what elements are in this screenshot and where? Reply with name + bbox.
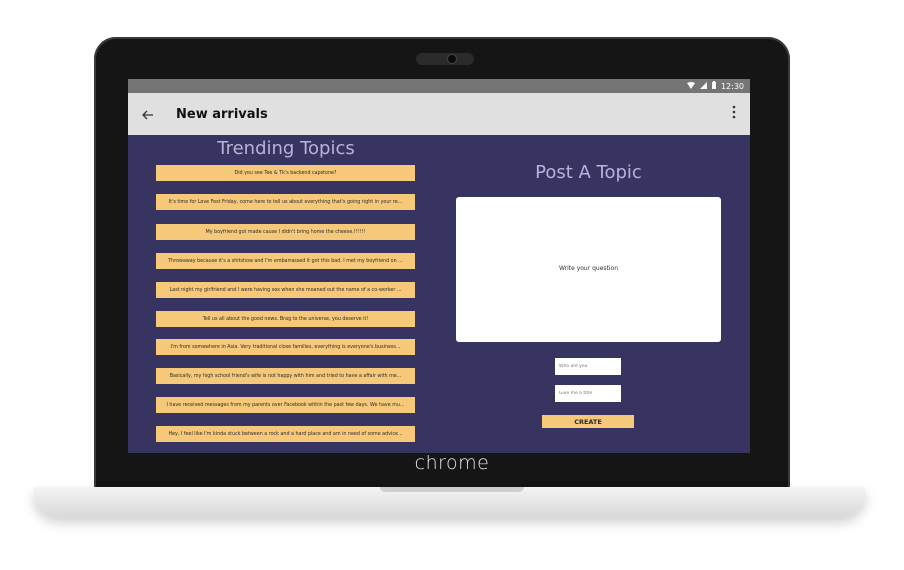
app-bar: New arrivals [128,93,750,135]
back-arrow-icon[interactable] [142,105,158,124]
post-topic-heading: Post A Topic [535,162,642,183]
app-screen: 12:30 New arrivals Trending Topics Did y… [128,79,750,453]
more-vert-icon[interactable] [732,105,736,123]
topic-item[interactable]: Last night my girlfriend and I were havi… [156,282,415,298]
status-bar: 12:30 [128,79,750,93]
topic-item[interactable]: Throwaway because it's a shitshow and I'… [156,253,415,269]
status-icons: 12:30 [686,81,744,91]
laptop-brand-label: chrome [414,452,490,474]
topic-item[interactable]: Tell us all about the good news. Brag to… [156,311,415,327]
app-title: New arrivals [176,106,268,122]
topic-item[interactable]: Hey, I feel like I'm kinda stuck between… [156,426,415,442]
wifi-icon [686,81,695,91]
topic-item[interactable]: My boyfriend got made cause I didn't bri… [156,224,415,240]
topic-item[interactable]: I have received messages from my parents… [156,397,415,413]
topic-item[interactable]: It's time for Love Fest Friday, come her… [156,194,415,210]
battery-icon [711,81,716,91]
topic-item[interactable]: Did you see Tee & Tk's backend capstone? [156,165,415,181]
trending-topics-heading: Trending Topics [217,138,355,159]
question-textarea[interactable] [456,197,721,342]
signal-icon [699,81,707,91]
status-time: 12:30 [720,81,744,91]
laptop-hinge [380,487,524,492]
topic-item[interactable]: I'm from somewhere in Asia. Very traditi… [156,339,415,355]
title-input[interactable] [555,385,621,402]
webcam-bar [416,53,474,65]
webcam-icon [448,55,456,63]
topic-item[interactable]: Basically, my high school friend's wife … [156,368,415,384]
create-button[interactable]: CREATE [542,415,634,428]
author-input[interactable] [555,358,621,375]
